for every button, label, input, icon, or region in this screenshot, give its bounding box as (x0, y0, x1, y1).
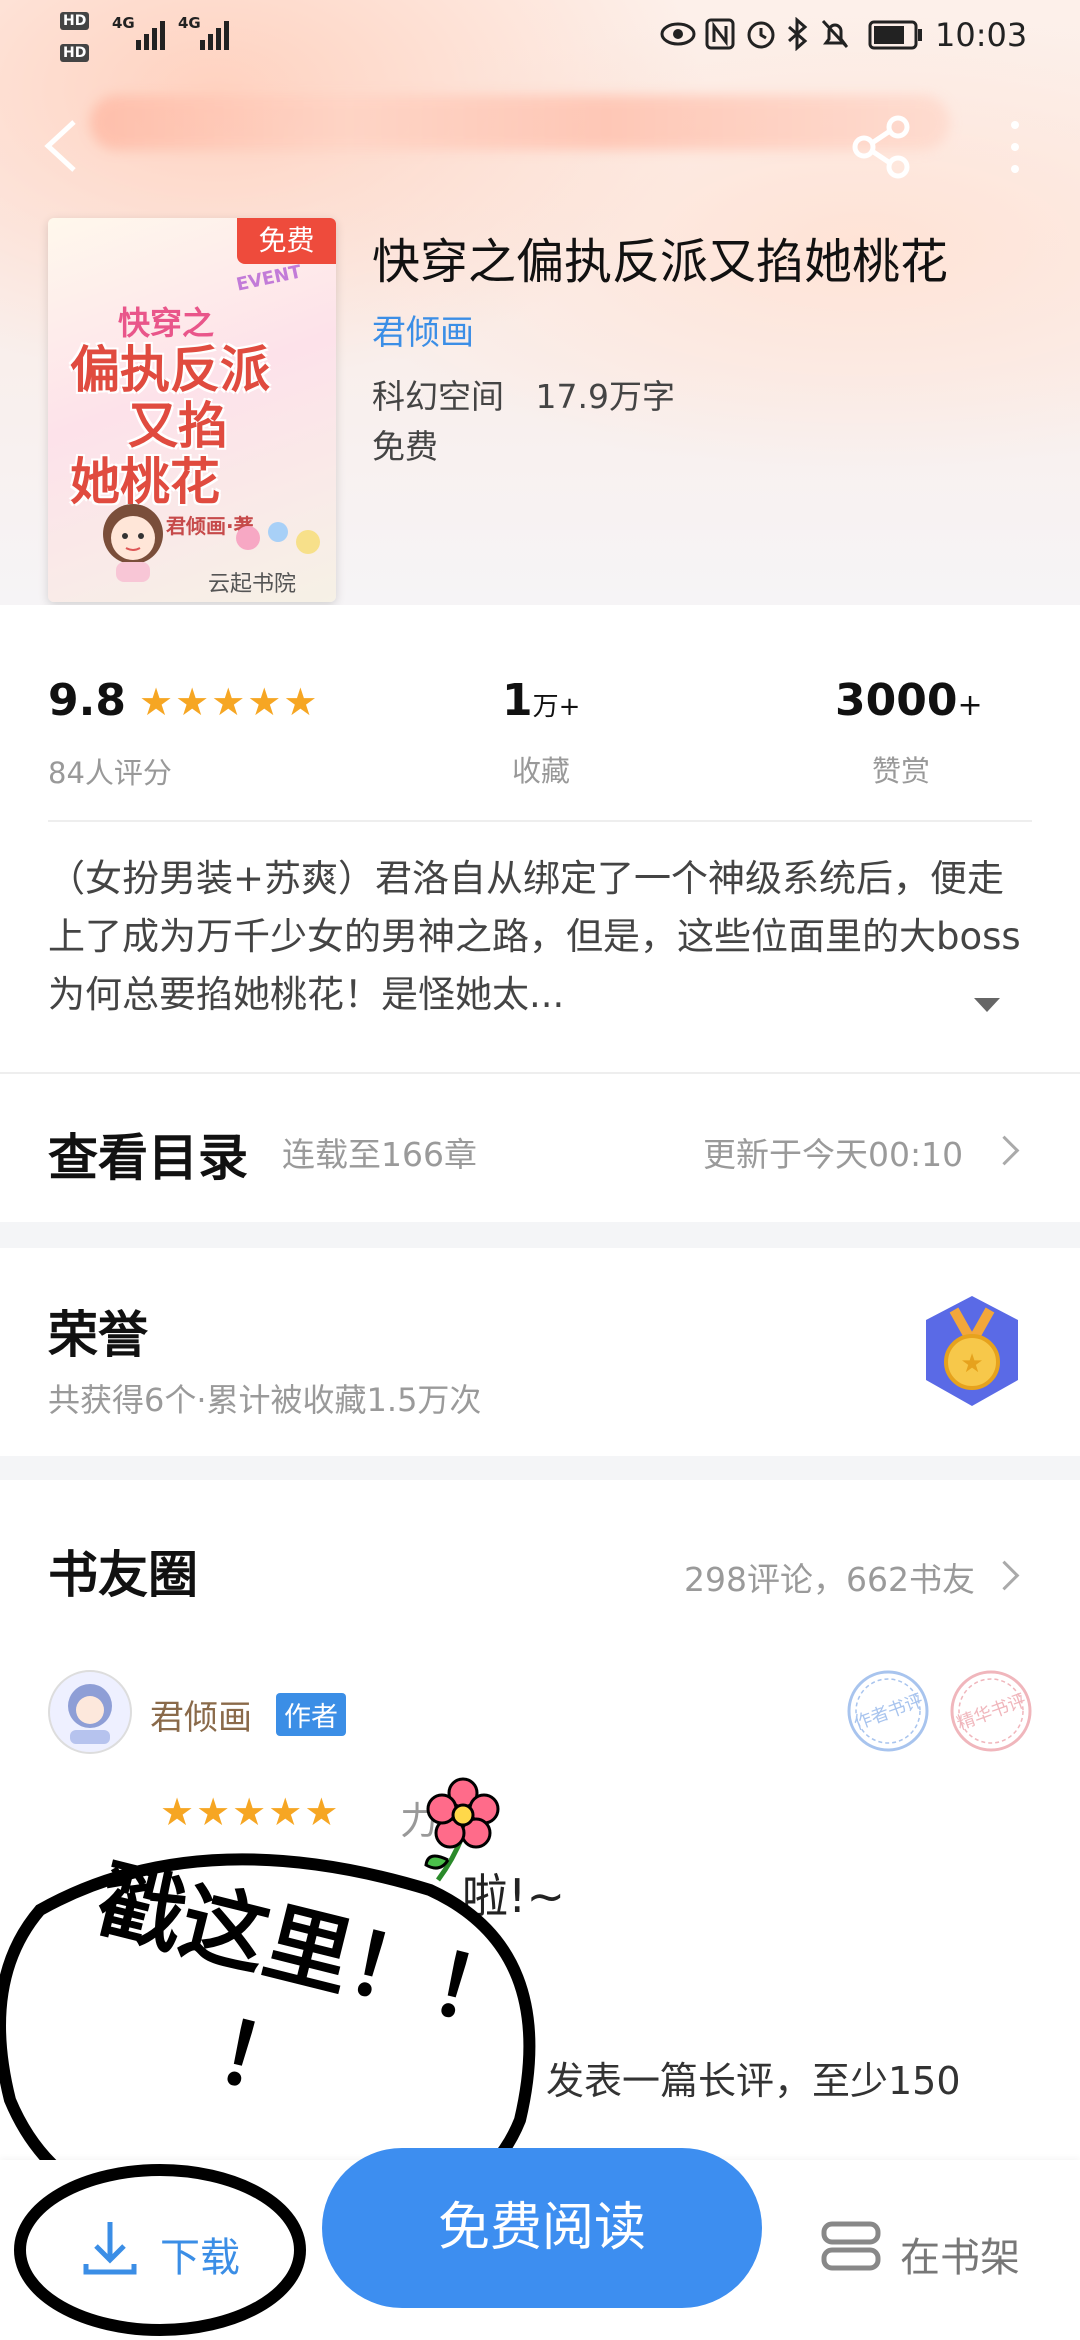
cover-girl-illustration (103, 504, 163, 582)
share-icon[interactable] (850, 115, 914, 179)
honor-title: 荣誉 (48, 1305, 148, 1364)
blurred-header-title (90, 95, 950, 150)
net1-label: 4G (112, 14, 135, 32)
book-word-count: 17.9万字 (535, 377, 675, 416)
avatar[interactable] (48, 1670, 132, 1754)
author-badge: 作者 (276, 1693, 346, 1736)
stamp2-text: 精华书评 (954, 1690, 1029, 1734)
post-author-name[interactable]: 君倾画 (150, 1690, 252, 1739)
rewards-label: 赞赏 (872, 754, 931, 788)
expand-arrow-icon[interactable] (972, 996, 1002, 1016)
eye-icon (660, 22, 696, 46)
read-free-button[interactable]: 免费阅读 (322, 2148, 762, 2308)
favorites-label: 收藏 (512, 754, 571, 788)
battery-icon (868, 20, 922, 50)
book-title: 快穿之偏执反派又掐她桃花 (372, 234, 949, 290)
rewards-number: 3000 (835, 675, 958, 726)
rating-count: 84人评分 (48, 756, 172, 790)
free-tag: 免费 (237, 218, 336, 264)
rewards-stat[interactable]: 3000+ (835, 675, 983, 726)
net2-label: 4G (178, 14, 201, 32)
book-category: 科幻空间 (372, 377, 504, 416)
star-icon: ★ (211, 680, 246, 724)
star-icon: ★ (247, 680, 282, 724)
book-cover[interactable]: 快穿之 EVENT 偏执反派 又掐 她桃花 君倾画·著 云起书院 (48, 218, 336, 602)
rating-score: 9.8 (48, 675, 126, 726)
hd1-label: HD (60, 12, 90, 30)
signal2-icon (200, 21, 229, 50)
featured-review-stamp-icon: 精华书评 (950, 1670, 1032, 1752)
cover-event: EVENT (234, 261, 304, 296)
book-description[interactable]: （女扮男装+苏爽）君洛自从绑定了一个神级系统后，便走上了成为万千少女的男神之路，… (48, 850, 1038, 1024)
bookshelf-icon[interactable] (820, 2218, 882, 2276)
rating-stars: ★★★★★ (139, 680, 319, 724)
signal1-icon (136, 21, 165, 50)
book-author-link[interactable]: 君倾画 (372, 305, 474, 354)
circle-stats[interactable]: 298评论，662书友 (684, 1553, 975, 1601)
circle-title: 书友圈 (48, 1545, 198, 1604)
svg-text:★: ★ (960, 1349, 983, 1379)
star-icon: ★ (175, 680, 210, 724)
book-price: 免费 (372, 427, 438, 466)
medal-icon: ★ (926, 1296, 1018, 1406)
honor-subtitle: 共获得6个·累计被收藏1.5万次 (48, 1381, 482, 1419)
circle-annotation (14, 2164, 306, 2336)
rewards-unit: + (957, 688, 983, 723)
book-meta: 科幻空间 17.9万字 (372, 370, 675, 418)
cover-publisher: 云起书院 (208, 572, 297, 597)
clock: 10:03 (935, 16, 1028, 54)
favorites-number: 1 (502, 675, 533, 726)
nfc-icon (705, 18, 735, 50)
favorites-stat: 1万+ (502, 675, 580, 726)
favorites-unit: 万+ (532, 692, 581, 722)
catalog-title: 查看目录 (48, 1128, 248, 1187)
bookshelf-button[interactable]: 在书架 (900, 2225, 1020, 2283)
mute-bell-icon (821, 19, 849, 49)
catalog-serial: 连载至166章 (282, 1135, 477, 1174)
divider (48, 820, 1032, 822)
stamp1-text: 作者书评 (851, 1690, 926, 1734)
star-icon: ★ (139, 680, 174, 724)
bluetooth-icon (788, 17, 808, 51)
hd2-label: HD (60, 44, 90, 62)
author-review-stamp-icon: 作者书评 (847, 1670, 929, 1752)
rating-block[interactable]: 9.8 ★★★★★ (48, 675, 319, 726)
more-icon[interactable] (1005, 115, 1025, 179)
catalog-updated: 更新于今天00:10 (703, 1135, 964, 1174)
star-icon: ★ (283, 680, 318, 724)
status-bar: HD HD 4G 4G 10:03 (0, 0, 1080, 72)
review-text: 发表一篇长评，至少150 (546, 2059, 961, 2103)
back-icon[interactable] (40, 118, 80, 174)
alarm-icon (747, 21, 775, 49)
